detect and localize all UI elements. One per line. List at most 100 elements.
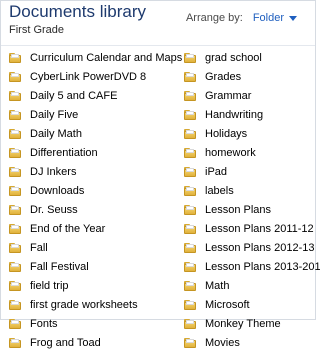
folder-icon — [9, 280, 21, 291]
folder-label: Fonts — [30, 317, 58, 330]
folder-label: DJ Inkers — [30, 165, 77, 178]
folder-item[interactable]: Differentiation — [9, 143, 175, 162]
folder-label: Math — [205, 279, 230, 292]
folder-item[interactable]: Lesson Plans 2012-13 — [184, 238, 315, 257]
folder-icon — [9, 223, 21, 234]
folder-icon — [184, 242, 196, 253]
folder-label: Downloads — [30, 184, 85, 197]
folder-label: Frog and Toad — [30, 336, 101, 349]
library-window: Documents library First Grade Arrange by… — [0, 0, 320, 349]
folder-item[interactable]: labels — [184, 181, 312, 200]
folder-item[interactable]: Holidays — [184, 124, 312, 143]
chevron-down-icon — [289, 15, 297, 21]
folder-label: Daily Five — [30, 108, 79, 121]
header-divider — [1, 45, 315, 46]
folder-item[interactable]: Microsoft — [184, 295, 312, 314]
arrange-by-label: Arrange by: — [185, 12, 243, 24]
folder-item[interactable]: Movies — [184, 333, 312, 352]
folder-icon — [184, 109, 196, 120]
folder-item[interactable]: Math — [184, 276, 312, 295]
folder-label: Differentiation — [30, 146, 98, 159]
arrange-by-value: Folder — [252, 12, 284, 24]
folder-label: Movies — [205, 336, 240, 349]
folder-item[interactable]: homework — [184, 143, 312, 162]
folder-icon — [184, 185, 196, 196]
folder-item[interactable]: Dr. Seuss — [9, 200, 175, 219]
folder-label: End of the Year — [30, 222, 106, 235]
folder-label: Daily Math — [30, 127, 82, 140]
folder-label: Grammar — [205, 89, 252, 102]
folder-item[interactable]: Frog and Toad — [9, 333, 175, 352]
folder-label: labels — [205, 184, 234, 197]
folder-icon — [184, 337, 196, 348]
folder-item[interactable]: Lesson Plans — [184, 200, 312, 219]
folder-label: homework — [205, 146, 256, 159]
folder-item[interactable]: Fall — [9, 238, 175, 257]
folder-icon — [9, 185, 21, 196]
folder-icon — [9, 337, 21, 348]
folder-label: Lesson Plans 2011-12 — [205, 222, 314, 235]
folder-label: Grades — [205, 70, 242, 83]
folder-label: iPad — [205, 165, 228, 178]
folder-icon — [9, 90, 21, 101]
folder-icon — [9, 52, 21, 63]
folder-label: Fall Festival — [30, 260, 89, 273]
folder-label: Lesson Plans — [205, 203, 272, 216]
folder-icon — [9, 242, 21, 253]
folder-item[interactable]: Daily Math — [9, 124, 175, 143]
folder-label: Curriculum Calendar and Maps — [30, 51, 183, 64]
folder-icon — [9, 299, 21, 310]
folder-icon — [184, 280, 196, 291]
folder-item[interactable]: grad school — [184, 48, 312, 67]
folder-item[interactable]: Fonts — [9, 314, 175, 333]
folder-column-right: grad school Grades Grammar Handwriting Holid… — [184, 48, 320, 352]
folder-item[interactable]: Daily Five — [9, 105, 175, 124]
folder-icon — [9, 261, 21, 272]
folder-label: Fall — [30, 241, 48, 254]
folder-item[interactable]: Handwriting — [184, 105, 312, 124]
folder-item[interactable]: Lesson Plans 2013-2014 — [184, 257, 320, 276]
folder-icon — [9, 204, 21, 215]
folder-icon — [184, 223, 196, 234]
folder-label: Lesson Plans 2012-13 — [205, 241, 315, 254]
folder-item[interactable]: Monkey Theme — [184, 314, 312, 333]
folder-item[interactable]: CyberLink PowerDVD 8 — [9, 67, 175, 86]
arrange-by-dropdown[interactable]: Folder — [253, 12, 297, 24]
folder-label: grad school — [205, 51, 262, 64]
folder-icon — [9, 109, 21, 120]
folder-icon — [9, 71, 21, 82]
folder-icon — [184, 204, 196, 215]
folder-icon — [184, 71, 196, 82]
folder-icon — [184, 128, 196, 139]
folder-icon — [9, 128, 21, 139]
library-title: Documents library — [9, 2, 146, 21]
folder-item[interactable]: Grammar — [184, 86, 312, 105]
folder-item[interactable]: Daily 5 and CAFE — [9, 86, 175, 105]
folder-icon — [184, 318, 196, 329]
folder-item[interactable]: Fall Festival — [9, 257, 175, 276]
folder-label: Microsoft — [205, 298, 250, 311]
folder-label: CyberLink PowerDVD 8 — [30, 70, 147, 83]
folder-icon — [184, 147, 196, 158]
folder-icon — [184, 90, 196, 101]
folder-column-left: Curriculum Calendar and Maps CyberLink Po… — [9, 48, 182, 352]
folder-item[interactable]: Grades — [184, 67, 312, 86]
folder-item[interactable]: Curriculum Calendar and Maps — [9, 48, 182, 67]
folder-item[interactable]: iPad — [184, 162, 312, 181]
library-header: Documents library First Grade Arrange by… — [5, 1, 313, 51]
folder-icon — [184, 299, 196, 310]
folder-item[interactable]: Downloads — [9, 181, 175, 200]
folder-item[interactable]: field trip — [9, 276, 175, 295]
folder-icon — [9, 318, 21, 329]
library-subtitle: First Grade — [9, 24, 65, 36]
folder-label: first grade worksheets — [30, 298, 138, 311]
folder-icon — [184, 52, 196, 63]
folder-item[interactable]: Lesson Plans 2011-12 — [184, 219, 314, 238]
folder-item[interactable]: End of the Year — [9, 219, 175, 238]
folder-icon — [184, 166, 196, 177]
arrange-by-control: Arrange by: Folder — [186, 12, 297, 24]
folder-icon — [9, 147, 21, 158]
folder-item[interactable]: first grade worksheets — [9, 295, 175, 314]
folder-item[interactable]: DJ Inkers — [9, 162, 175, 181]
folder-icon — [9, 166, 21, 177]
